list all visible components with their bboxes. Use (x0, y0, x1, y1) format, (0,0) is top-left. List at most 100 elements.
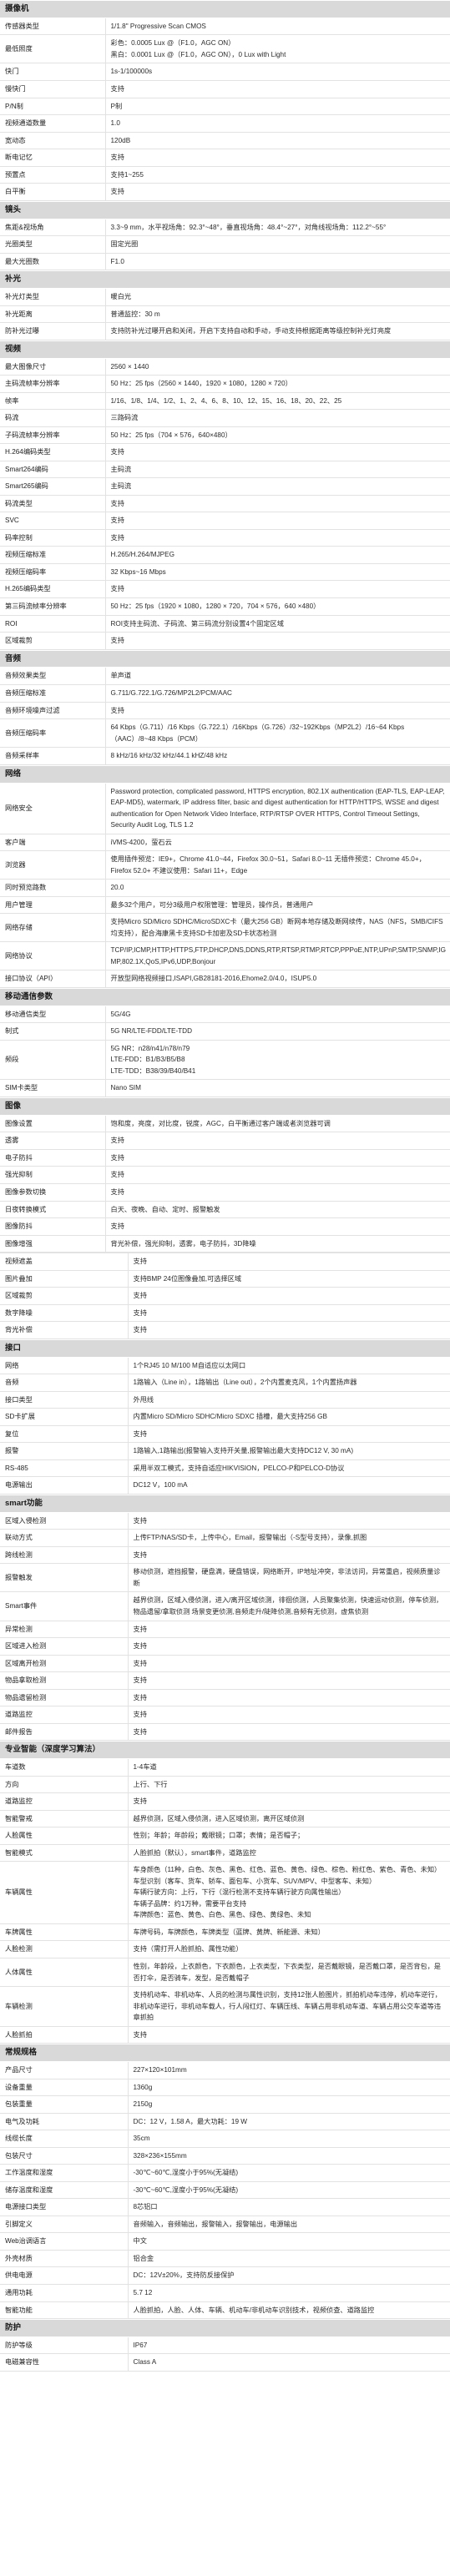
spec-row: Smart264编码 主码流 (0, 461, 450, 479)
spec-value-line: DC：12 V，1.58 A，最大功耗：19 W (133, 2117, 248, 2125)
spec-label: 图片叠加 (0, 1270, 129, 1288)
spec-row: 视频压缩标准 H.265/H.264/MJPEG (0, 546, 450, 564)
section-title: 补光 (0, 270, 450, 290)
spec-label: 引脚定义 (0, 2216, 129, 2234)
spec-value: 5G NR/LTE-FDD/LTE-TDD (105, 1022, 450, 1041)
spec-value-line: 1s-1/100000s (110, 68, 153, 76)
spec-value: 支持 (105, 529, 450, 547)
spec-value-line: 支持 (133, 1308, 147, 1317)
spec-value: 车身颜色（11种，白色、灰色、黑色、红色、蓝色、黄色、绿色、棕色、粉红色、紫色、… (128, 1861, 450, 1924)
spec-row: SVC 支持 (0, 512, 450, 530)
spec-value: Password protection, complicated passwor… (105, 783, 450, 834)
spec-label: 通用功耗 (0, 2284, 129, 2302)
spec-label: 图像防抖 (0, 1217, 106, 1236)
spec-value-line: 50 Hz：25 fps（704 × 576，640×480） (110, 431, 232, 439)
spec-value-line: 人脸抓拍（默认），smart事件，道路监控 (133, 1848, 256, 1857)
spec-value: 35cm (128, 2130, 450, 2148)
spec-row: 网络安全 Password protection, complicated pas… (0, 783, 450, 834)
spec-row: 焦距&视场角 3.3~9 mm，水平视场角：92.3°~48°，垂直视场角：48.… (0, 219, 450, 237)
spec-row: 电子防抖 支持 (0, 1149, 450, 1167)
spec-value-line: 支持 (133, 1659, 147, 1667)
spec-label: 用户管理 (0, 896, 106, 915)
spec-label: 电子防抖 (0, 1149, 106, 1167)
spec-value-line: LTE-FDD：B1/B3/B5/B8 (110, 1056, 185, 1064)
spec-block-audio: 音频 音频效果类型 单声道 音频压缩标准 G.711/G.722.1/G.726/MP2… (0, 649, 450, 765)
spec-value: 支持 (128, 1425, 450, 1444)
spec-value: 越界侦测，区域入侵侦测，进入/离开区域侦测，徘徊侦测，人员聚集侦测，快速运动侦测… (128, 1591, 450, 1621)
spec-label: 区域入侵检测 (0, 1512, 129, 1530)
spec-label: 道路监控 (0, 1706, 129, 1724)
spec-row: 移动通信类型 5G/4G (0, 1006, 450, 1024)
spec-label: 主码流帧率分辨率 (0, 375, 106, 393)
spec-value: 主码流 (105, 461, 450, 479)
spec-block-pro-smart: 专业智能（深度学习算法） 车道数 1-4车道 方向 上行、下行 道路监控 支持 智能警戒 越界侦… (0, 1741, 450, 2044)
spec-row: 视频压缩码率 32 Kbps~16 Mbps (0, 563, 450, 582)
spec-row: 物品拿取检测 支持 (0, 1671, 450, 1690)
spec-value: 支持 (105, 149, 450, 167)
spec-value-line: 支持 (133, 1693, 147, 1701)
spec-row: SD卡扩展 内置Micro SD/Micro SDHC/Micro SDXC 插槽… (0, 1408, 450, 1426)
spec-label: 设备重量 (0, 2079, 129, 2097)
spec-value-line: 支持（需打开人脸抓拍、属性功能） (133, 1945, 243, 1953)
spec-value-line: IP67 (133, 2341, 148, 2349)
spec-value: 支持 (105, 443, 450, 461)
spec-value-line: 三路码流 (110, 414, 139, 422)
spec-value-line: 支持 (110, 1188, 124, 1196)
spec-value: 120dB (105, 132, 450, 150)
spec-label: 白平衡 (0, 183, 106, 201)
spec-row: 网络 1个RJ45 10 M/100 M自适应以太网口 (0, 1357, 450, 1375)
spec-label: 视频压缩标准 (0, 546, 106, 564)
spec-value-line: 车牌颜色：蓝色、黄色、白色、黑色、绿色、黄绿色、未知 (133, 1911, 311, 1919)
spec-row: 最大图像尺寸 2560 × 1440 (0, 358, 450, 376)
spec-value-line: 单声道 (110, 672, 132, 680)
spec-value-line: 支持 (133, 1676, 147, 1685)
spec-row: 数字降噪 支持 (0, 1304, 450, 1323)
spec-label: 道路监控 (0, 1792, 129, 1811)
spec-value: 5G/4G (105, 1006, 450, 1024)
spec-value: 支持 (128, 1655, 450, 1673)
spec-value-line: 支持1~255 (110, 170, 144, 179)
spec-row: 电气及功耗 DC：12 V，1.58 A，最大功耗：19 W (0, 2113, 450, 2131)
spec-value: 支持（需打开人脸抓拍、属性功能） (128, 1940, 450, 1958)
spec-row: 音频采样率 8 kHz/16 kHz/32 kHz/44.1 kHZ/48 kHz (0, 747, 450, 765)
spec-label: 车道数 (0, 1758, 129, 1777)
spec-label: 车牌属性 (0, 1923, 129, 1942)
spec-value-line: 支持 (133, 1642, 147, 1651)
spec-value: 最多32个用户，可分3级用户权限管理：管理员，操作员，普通用户 (105, 896, 450, 915)
spec-row: 音频压缩标准 G.711/G.722.1/G.726/MP2L2/PCM/AAC (0, 684, 450, 703)
spec-row: 音频压缩码率 64 Kbps（G.711）/16 Kbps（G.722.1）/16… (0, 718, 450, 749)
spec-row: 电磁兼容性 Class A (0, 2353, 450, 2372)
spec-value-line: 支持 (133, 1625, 147, 1633)
section-title: 音频 (0, 649, 450, 668)
spec-value-line: 3.3~9 mm，水平视场角：92.3°~48°，垂直视场角：48.4°~27°… (110, 223, 387, 231)
spec-row: 方向 上行、下行 (0, 1776, 450, 1794)
spec-value: 8 kHz/16 kHz/32 kHz/44.1 kHZ/48 kHz (105, 747, 450, 765)
spec-row: 子码流帧率分辨率 50 Hz：25 fps（704 × 576，640×480） (0, 426, 450, 445)
spec-value: 1路输入,1路输出(报警输入支持开关量,报警输出最大支持DC12 V, 30 m… (128, 1442, 450, 1460)
spec-value: 采用半双工模式，支持自适应HIKVISION，PELCO-P和PELCO-D协议 (128, 1459, 450, 1478)
spec-label: 帧率 (0, 392, 106, 411)
spec-label: 区域进入检测 (0, 1637, 129, 1656)
spec-row: 码流 三路码流 (0, 409, 450, 427)
spec-value-line: 支持 (110, 706, 124, 714)
spec-label: 补光灯类型 (0, 288, 106, 306)
spec-row: 储存温度和湿度 -30℃~60℃,湿度小于95%(无凝结) (0, 2181, 450, 2200)
spec-value-line: 支持 (110, 85, 124, 93)
spec-row: 车道数 1-4车道 (0, 1758, 450, 1777)
spec-label: 联动方式 (0, 1529, 129, 1547)
section-title: 常规规格 (0, 2044, 450, 2063)
spec-value-line: 1个RJ45 10 M/100 M自适应以太网口 (133, 1361, 246, 1369)
spec-value-line: 5G NR/LTE-FDD/LTE-TDD (110, 1027, 193, 1036)
spec-value: 支持 (105, 1132, 450, 1150)
spec-value-line: Password protection, complicated passwor… (110, 787, 445, 829)
spec-value: 车牌号码，车牌颜色，车牌类型（蓝牌、黄牌、新能源、未知） (128, 1923, 450, 1942)
section-header-row: 网络 (0, 764, 450, 784)
spec-label: 防护等级 (0, 2337, 129, 2355)
spec-value-line: 使用插件预览：IE9+，Chrome 41.0~44，Firefox 30.0~… (110, 855, 426, 875)
spec-row: 第三码流帧率分辨率 50 Hz：25 fps（1920 × 1080，1280 ×… (0, 597, 450, 616)
spec-value: 支持 (128, 1792, 450, 1811)
spec-value: 支持 (105, 1183, 450, 1202)
spec-value: Class A (128, 2353, 450, 2372)
spec-value: 支持 (128, 2026, 450, 2044)
spec-block-interface: 接口 网络 1个RJ45 10 M/100 M自适应以太网口 音频 1路输入（Line … (0, 1338, 450, 1495)
